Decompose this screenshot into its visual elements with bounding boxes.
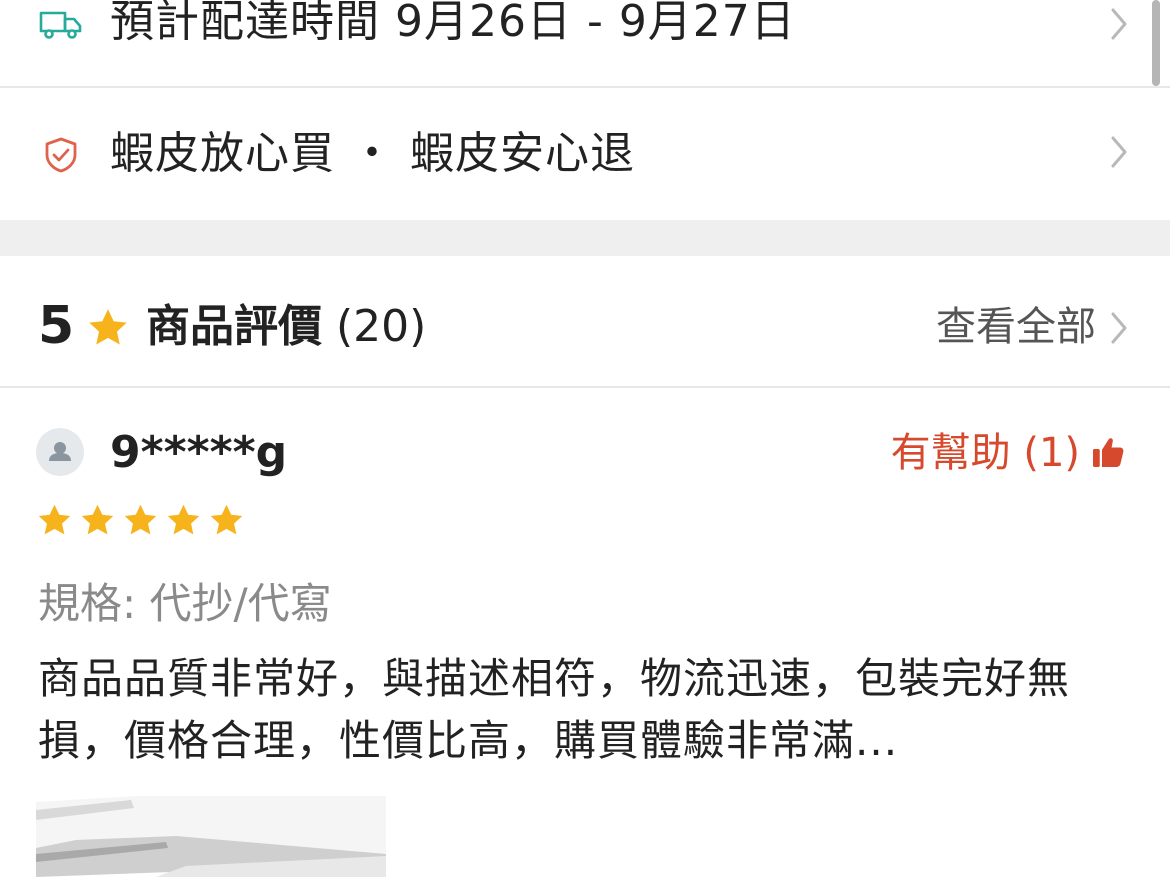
- chevron-right-icon: [1111, 312, 1127, 344]
- star-icon: [167, 504, 200, 535]
- star-icon: [81, 504, 114, 535]
- scrollbar[interactable]: [1152, 0, 1160, 86]
- chevron-right-icon: [1111, 136, 1127, 168]
- review-variation: 規格: 代抄/代寫: [38, 579, 332, 628]
- avatar[interactable]: [36, 428, 84, 476]
- review-photo[interactable]: [36, 796, 386, 877]
- reviews-count: (20): [336, 301, 427, 352]
- view-all-link[interactable]: 查看全部: [936, 300, 1096, 354]
- review-text[interactable]: 商品品質非常好，與描述相符，物流迅速，包裝完好無損，價格合理，性價比高，購買體驗…: [38, 648, 1138, 772]
- reviews-title: 商品評價 (20): [146, 298, 426, 356]
- star-icon: [89, 309, 127, 345]
- delivery-estimate-label: 預計配達時間 9月26日 - 9月27日: [110, 0, 796, 47]
- delivery-row[interactable]: 預計配達時間 9月26日 - 9月27日: [0, 0, 1170, 88]
- section-divider: [0, 220, 1170, 256]
- truck-icon: [38, 2, 84, 48]
- shield-check-icon: [38, 132, 84, 178]
- thumbs-up-icon[interactable]: [1090, 434, 1126, 470]
- review-photo-image: [36, 796, 386, 877]
- star-icon: [38, 504, 71, 535]
- rating-score: 5: [38, 296, 75, 356]
- reviews-title-text: 商品評價: [146, 301, 322, 352]
- star-icon: [124, 504, 157, 535]
- review-rating-stars: [36, 502, 245, 539]
- user-placeholder-icon: [49, 442, 71, 461]
- guarantee-row[interactable]: 蝦皮放心買 ・ 蝦皮安心退: [0, 88, 1170, 220]
- product-page: 預計配達時間 9月26日 - 9月27日 蝦皮放心買 ・ 蝦皮安心退 5 商品評…: [0, 0, 1170, 877]
- helpful-button[interactable]: 有幫助 (1): [891, 426, 1080, 480]
- star-icon: [210, 504, 243, 535]
- guarantee-label: 蝦皮放心買 ・ 蝦皮安心退: [110, 128, 635, 179]
- review-username[interactable]: 9*****g: [110, 424, 287, 482]
- chevron-right-icon: [1111, 8, 1127, 40]
